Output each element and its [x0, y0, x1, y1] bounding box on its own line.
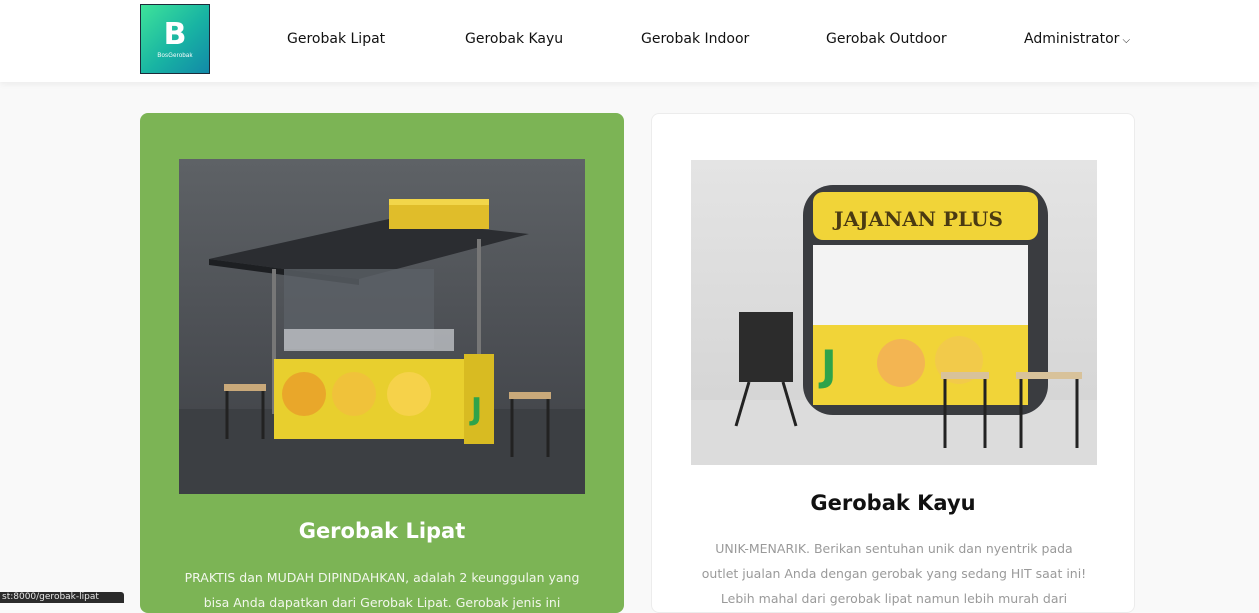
nav-gerobak-lipat[interactable]: Gerobak Lipat: [287, 31, 385, 47]
status-bar-url: st:8000/gerobak-lipat: [0, 592, 124, 603]
gerobak-lipat-illustration: J: [179, 199, 585, 494]
card-description: UNIK-MENARIK. Berikan sentuhan unik dan …: [701, 541, 1087, 606]
svg-text:J: J: [469, 392, 482, 427]
card-description: PRAKTIS dan MUDAH DIPINDAHKAN, adalah 2 …: [184, 570, 580, 610]
nav-administrator-label: Administrator: [1024, 31, 1120, 47]
nav-gerobak-kayu[interactable]: Gerobak Kayu: [465, 31, 563, 47]
product-image-gerobak-kayu[interactable]: JAJANAN PLUS J: [691, 160, 1097, 465]
nav-gerobak-outdoor[interactable]: Gerobak Outdoor: [826, 31, 947, 47]
product-card-gerobak-kayu[interactable]: JAJANAN PLUS J Gerobak Kayu UNIK-MENARIK…: [651, 113, 1135, 613]
booth-sign-text: JAJANAN PLUS: [832, 207, 1003, 231]
nav-gerobak-indoor[interactable]: Gerobak Indoor: [641, 31, 749, 47]
product-image-gerobak-lipat[interactable]: J: [179, 159, 585, 494]
site-header: B BosGerobak Gerobak Lipat Gerobak Kayu …: [0, 0, 1259, 82]
gerobak-kayu-illustration: JAJANAN PLUS J: [691, 185, 1097, 465]
product-card-gerobak-lipat[interactable]: J Gerobak Lipat PRAKTIS dan MUDAH DIPIND…: [140, 113, 624, 613]
card-title[interactable]: Gerobak Lipat: [140, 519, 624, 543]
card-title[interactable]: Gerobak Kayu: [652, 491, 1134, 515]
chevron-down-icon: ⌵: [1122, 35, 1131, 46]
main-nav: Gerobak Lipat Gerobak Kayu Gerobak Indoo…: [0, 0, 1259, 82]
svg-text:J: J: [818, 341, 837, 390]
nav-administrator-dropdown[interactable]: Administrator ⌵: [1024, 31, 1130, 47]
